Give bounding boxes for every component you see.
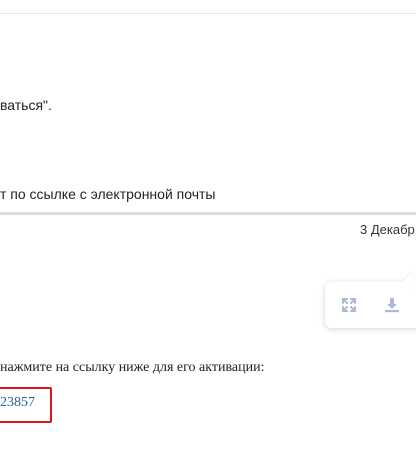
activation-instruction: нажмите на ссылку ниже для его активации… — [0, 360, 265, 375]
expand-icon — [342, 298, 356, 312]
download-button[interactable] — [383, 296, 401, 314]
attachment-toolbar — [325, 273, 416, 328]
expand-button[interactable] — [340, 296, 358, 314]
message-text-line: ваться". — [0, 97, 52, 113]
download-icon — [385, 298, 399, 313]
top-divider — [0, 13, 416, 14]
message-date: 3 Декабр — [360, 222, 415, 237]
message-divider — [0, 212, 416, 215]
activation-link[interactable]: 23857 — [0, 395, 35, 411]
message-text-line-2: т по ссылке с электронной почты — [0, 186, 216, 202]
toolbar-pointer — [402, 273, 416, 291]
